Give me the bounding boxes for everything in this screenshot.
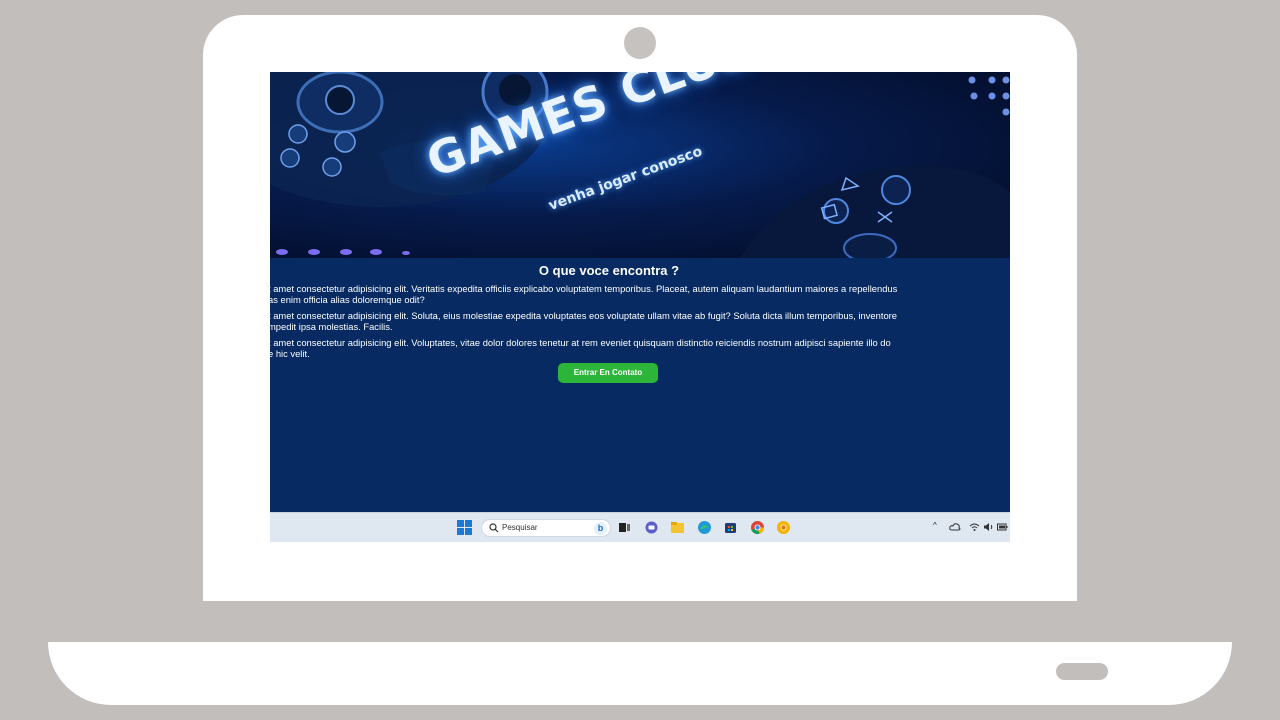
paragraph: t amet consectetur adipisicing elit. Sol… xyxy=(270,310,1010,332)
laptop-notch xyxy=(1056,663,1108,680)
chrome-icon[interactable] xyxy=(750,520,765,535)
edge-icon[interactable] xyxy=(697,520,712,535)
store-icon[interactable] xyxy=(723,520,738,535)
chrome-canary-icon[interactable] xyxy=(776,520,791,535)
taskbar: Pesquisar b ^ xyxy=(270,512,1010,542)
paragraph: t amet consectetur adipisicing elit. Vol… xyxy=(270,337,1010,359)
main-content: O que voce encontra ? t amet consectetur… xyxy=(270,258,1010,512)
search-icon xyxy=(489,523,499,533)
paragraph-line: t amet consectetur adipisicing elit. Ver… xyxy=(270,283,898,294)
teams-chat-icon[interactable] xyxy=(644,520,659,535)
search-placeholder: Pesquisar xyxy=(502,523,538,532)
speaker-icon[interactable] xyxy=(983,522,994,532)
paragraph-line: t amet consectetur adipisicing elit. Vol… xyxy=(270,337,891,348)
task-view-icon[interactable] xyxy=(617,520,632,535)
hero-banner: GAMES CLUB venha jogar conosco xyxy=(270,72,1010,258)
taskbar-search[interactable]: Pesquisar b xyxy=(481,519,611,537)
screen: GAMES CLUB venha jogar conosco O que voc… xyxy=(270,72,1010,542)
tray-overflow-icon[interactable]: ^ xyxy=(933,521,937,530)
wifi-icon[interactable] xyxy=(969,522,980,532)
webcam-icon xyxy=(624,27,656,59)
section-heading: O que voce encontra ? xyxy=(538,263,680,278)
contact-button[interactable]: Entrar En Contato xyxy=(558,363,658,383)
paragraph: t amet consectetur adipisicing elit. Ver… xyxy=(270,283,1010,305)
paragraph-line: t amet consectetur adipisicing elit. Sol… xyxy=(270,310,897,321)
paragraph-line: as enim officia alias doloremque odit? xyxy=(270,294,425,305)
paragraph-line: mpedit ipsa molestias. Facilis. xyxy=(270,321,393,332)
windows-start-icon[interactable] xyxy=(457,520,472,535)
battery-icon[interactable] xyxy=(997,523,1008,531)
paragraph-line: e hic velit. xyxy=(270,348,310,359)
laptop-base xyxy=(48,642,1232,705)
bing-icon[interactable]: b xyxy=(594,522,607,535)
cloud-icon[interactable] xyxy=(949,522,961,532)
file-explorer-icon[interactable] xyxy=(670,520,685,535)
